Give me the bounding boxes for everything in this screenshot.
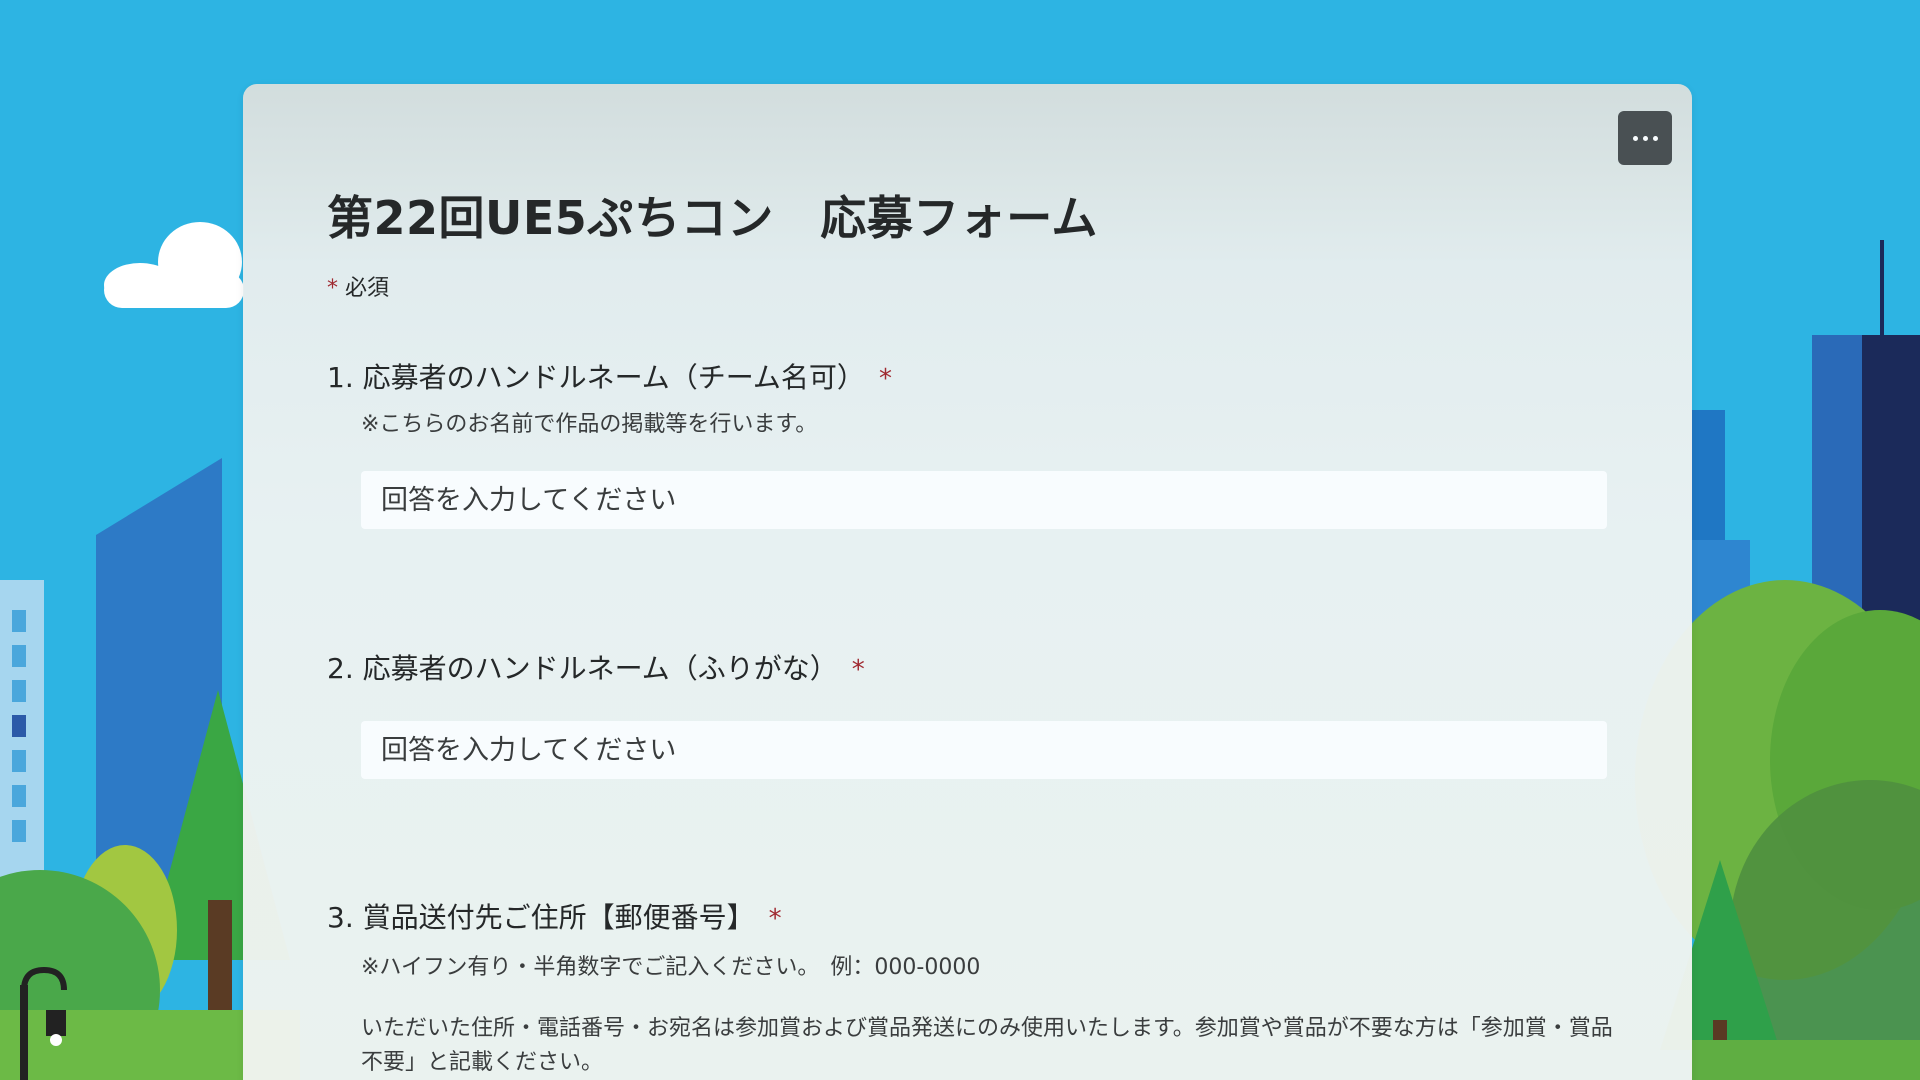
- question-1-label: 1. 応募者のハンドルネーム（チーム名可）: [327, 361, 865, 394]
- required-label: 必須: [345, 276, 390, 301]
- question-3-required-asterisk: *: [768, 904, 782, 934]
- required-legend: * 必須: [327, 270, 389, 302]
- question-2-required-asterisk: *: [851, 655, 865, 685]
- question-2-answer-input[interactable]: [361, 721, 1607, 779]
- question-1-required-asterisk: *: [878, 364, 892, 394]
- form-card: 第22回UE5ぷちコン 応募フォーム * 必須 1. 応募者のハンドルネーム（チ…: [243, 84, 1692, 1080]
- cloud-left: [104, 222, 244, 308]
- question-3-title: 3. 賞品送付先ご住所【郵便番号】 *: [327, 896, 782, 936]
- question-1-answer-input[interactable]: [361, 471, 1607, 529]
- question-1-note: ※こちらのお名前で作品の掲載等を行います。: [361, 412, 818, 437]
- required-asterisk: *: [327, 276, 338, 301]
- question-3-note: ※ハイフン有り・半角数字でご記入ください。 例：000-0000: [361, 955, 981, 980]
- question-2-title: 2. 応募者のハンドルネーム（ふりがな） *: [327, 647, 865, 687]
- more-horizontal-icon: [1632, 135, 1658, 141]
- question-2-label: 2. 応募者のハンドルネーム（ふりがな）: [327, 652, 838, 685]
- question-1-title: 1. 応募者のハンドルネーム（チーム名可） *: [327, 356, 892, 396]
- question-3-description: いただいた住所・電話番号・お宛名は参加賞および賞品発送にのみ使用いたします。参加…: [361, 1016, 1613, 1075]
- question-3-label: 3. 賞品送付先ご住所【郵便番号】: [327, 901, 755, 934]
- form-title: 第22回UE5ぷちコン 応募フォーム: [327, 191, 1098, 245]
- more-options-button[interactable]: [1618, 111, 1672, 165]
